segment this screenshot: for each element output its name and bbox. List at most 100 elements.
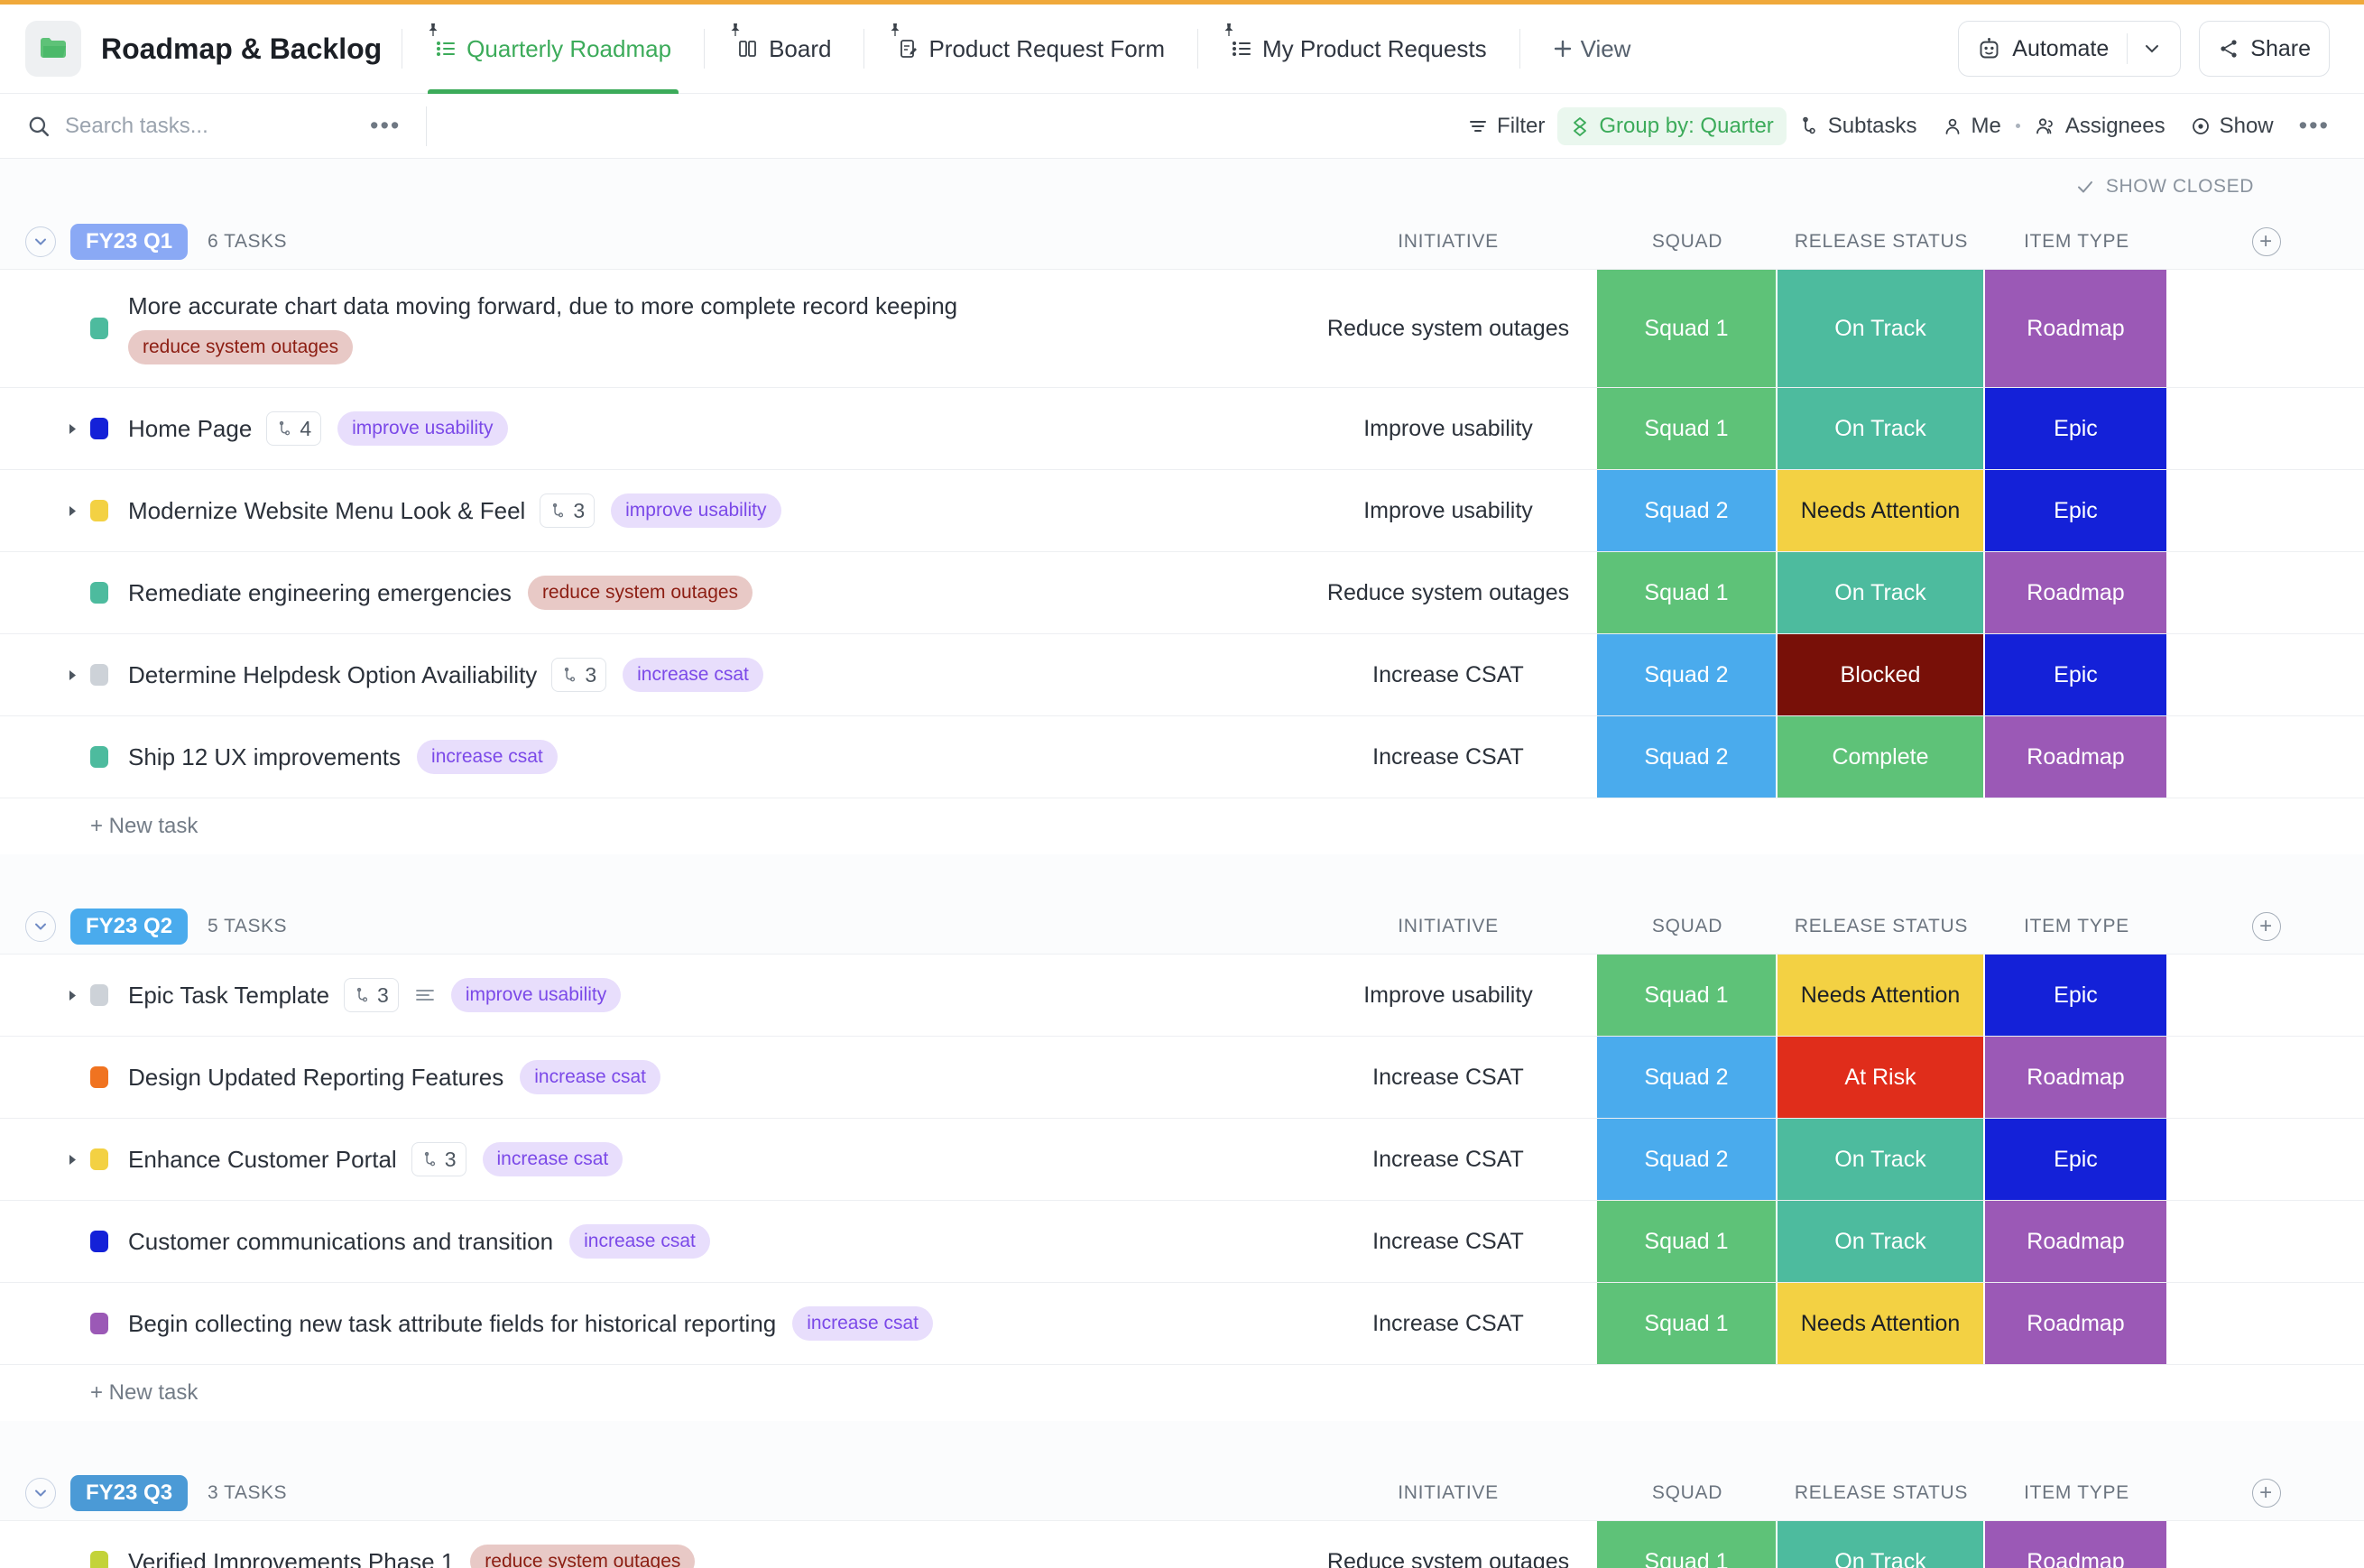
- show-closed-toggle[interactable]: SHOW CLOSED: [2075, 176, 2254, 198]
- cell-item-type[interactable]: Roadmap: [1985, 1521, 2168, 1568]
- task-status-dot[interactable]: [90, 1551, 108, 1568]
- new-task-row[interactable]: + New task: [0, 798, 2364, 854]
- cell-item-type[interactable]: Epic: [1985, 388, 2168, 469]
- cell-item-type[interactable]: Epic: [1985, 1119, 2168, 1200]
- tab-my-product-requests[interactable]: My Product Requests: [1218, 5, 1500, 94]
- quarter-badge[interactable]: FY23 Q1: [70, 224, 189, 260]
- cell-squad[interactable]: Squad 1: [1597, 388, 1778, 469]
- cell-item-type[interactable]: Roadmap: [1985, 1283, 2168, 1364]
- column-header-item-type[interactable]: ITEM TYPE: [1985, 916, 2168, 937]
- column-header-item-type[interactable]: ITEM TYPE: [1985, 1482, 2168, 1504]
- cell-initiative[interactable]: Reduce system outages: [1299, 1521, 1597, 1568]
- cell-item-type[interactable]: Epic: [1985, 955, 2168, 1036]
- task-status-dot[interactable]: [90, 318, 108, 339]
- tab-quarterly-roadmap[interactable]: Quarterly Roadmap: [422, 5, 684, 94]
- cell-item-type[interactable]: Epic: [1985, 470, 2168, 551]
- table-row[interactable]: Modernize Website Menu Look & Feel 3 impro…: [0, 469, 2364, 551]
- add-view-button[interactable]: View: [1540, 35, 1644, 63]
- cell-initiative[interactable]: Increase CSAT: [1299, 716, 1597, 798]
- search-container[interactable]: [27, 113, 370, 139]
- task-tag[interactable]: improve usability: [450, 978, 622, 1012]
- task-name[interactable]: Begin collecting new task attribute fiel…: [128, 1310, 776, 1338]
- task-status-dot[interactable]: [90, 418, 108, 439]
- task-status-dot[interactable]: [90, 582, 108, 604]
- cell-release-status[interactable]: On Track: [1778, 1119, 1985, 1200]
- column-header-squad[interactable]: SQUAD: [1597, 231, 1778, 253]
- task-status-dot[interactable]: [90, 1148, 108, 1170]
- cell-initiative[interactable]: Reduce system outages: [1299, 552, 1597, 633]
- task-tag[interactable]: improve usability: [337, 411, 508, 446]
- table-row[interactable]: Ship 12 UX improvements increase csat Incr…: [0, 715, 2364, 798]
- cell-release-status[interactable]: On Track: [1778, 1201, 1985, 1282]
- cell-release-status[interactable]: On Track: [1778, 552, 1985, 633]
- me-button[interactable]: Me: [1930, 107, 2014, 145]
- cell-release-status[interactable]: At Risk: [1778, 1037, 1985, 1118]
- cell-squad[interactable]: Squad 2: [1597, 634, 1778, 715]
- quarter-badge[interactable]: FY23 Q3: [70, 1475, 189, 1511]
- expand-subtasks-toggle[interactable]: [67, 504, 90, 518]
- cell-release-status[interactable]: Blocked: [1778, 634, 1985, 715]
- column-header-release-status[interactable]: RELEASE STATUS: [1778, 916, 1985, 937]
- cell-initiative[interactable]: Improve usability: [1299, 470, 1597, 551]
- cell-initiative[interactable]: Increase CSAT: [1299, 1037, 1597, 1118]
- cell-release-status[interactable]: Needs Attention: [1778, 955, 1985, 1036]
- add-column-icon[interactable]: +: [2251, 227, 2281, 256]
- subtask-count-chip[interactable]: 4: [266, 411, 322, 446]
- expand-subtasks-toggle[interactable]: [67, 669, 90, 682]
- task-name[interactable]: More accurate chart data moving forward,…: [128, 292, 957, 320]
- task-tag[interactable]: increase csat: [623, 658, 763, 692]
- cell-release-status[interactable]: Complete: [1778, 716, 1985, 798]
- task-tag[interactable]: increase csat: [417, 740, 558, 774]
- subtask-count-chip[interactable]: 3: [540, 493, 596, 528]
- task-name[interactable]: Ship 12 UX improvements: [128, 743, 401, 771]
- task-name[interactable]: Remediate engineering emergencies: [128, 579, 512, 607]
- cell-release-status[interactable]: On Track: [1778, 1521, 1985, 1568]
- cell-squad[interactable]: Squad 2: [1597, 470, 1778, 551]
- cell-squad[interactable]: Squad 1: [1597, 1521, 1778, 1568]
- table-row[interactable]: Home Page 4 improve usability Improve usabi…: [0, 387, 2364, 469]
- table-row[interactable]: Customer communications and transition in…: [0, 1200, 2364, 1282]
- column-header-squad[interactable]: SQUAD: [1597, 1482, 1778, 1504]
- toolbar-more-button[interactable]: •••: [2299, 112, 2330, 140]
- cell-squad[interactable]: Squad 2: [1597, 716, 1778, 798]
- cell-squad[interactable]: Squad 1: [1597, 1283, 1778, 1364]
- column-header-initiative[interactable]: INITIATIVE: [1299, 1482, 1597, 1504]
- expand-subtasks-toggle[interactable]: [67, 1153, 90, 1167]
- search-more-button[interactable]: •••: [370, 112, 401, 140]
- table-row[interactable]: Determine Helpdesk Option Availiability 3…: [0, 633, 2364, 715]
- group-collapse-toggle[interactable]: [25, 911, 56, 942]
- column-header-release-status[interactable]: RELEASE STATUS: [1778, 1482, 1985, 1504]
- task-status-dot[interactable]: [90, 664, 108, 686]
- new-task-row[interactable]: + New task: [0, 1364, 2364, 1421]
- group-collapse-toggle[interactable]: [25, 1478, 56, 1508]
- task-status-dot[interactable]: [90, 500, 108, 521]
- tab-product-request-form[interactable]: Product Request Form: [884, 5, 1177, 94]
- task-name[interactable]: Verified Improvements Phase 1: [128, 1548, 454, 1568]
- table-row[interactable]: Verified Improvements Phase 1 reduce syst…: [0, 1520, 2364, 1568]
- cell-item-type[interactable]: Roadmap: [1985, 270, 2168, 387]
- cell-initiative[interactable]: Improve usability: [1299, 388, 1597, 469]
- cell-item-type[interactable]: Roadmap: [1985, 1037, 2168, 1118]
- task-status-dot[interactable]: [90, 984, 108, 1006]
- task-name[interactable]: Modernize Website Menu Look & Feel: [128, 497, 525, 525]
- cell-initiative[interactable]: Reduce system outages: [1299, 270, 1597, 387]
- column-header-item-type[interactable]: ITEM TYPE: [1985, 231, 2168, 253]
- new-task-button[interactable]: + New task: [0, 1365, 1299, 1421]
- table-row[interactable]: Design Updated Reporting Features increas…: [0, 1036, 2364, 1118]
- cell-squad[interactable]: Squad 2: [1597, 1037, 1778, 1118]
- cell-initiative[interactable]: Increase CSAT: [1299, 1201, 1597, 1282]
- cell-release-status[interactable]: On Track: [1778, 388, 1985, 469]
- task-name[interactable]: Home Page: [128, 415, 252, 443]
- subtask-count-chip[interactable]: 3: [411, 1142, 466, 1176]
- task-status-dot[interactable]: [90, 1066, 108, 1088]
- cell-initiative[interactable]: Increase CSAT: [1299, 1119, 1597, 1200]
- cell-release-status[interactable]: On Track: [1778, 270, 1985, 387]
- cell-squad[interactable]: Squad 1: [1597, 955, 1778, 1036]
- tab-board[interactable]: Board: [725, 5, 844, 94]
- task-name[interactable]: Customer communications and transition: [128, 1228, 553, 1256]
- task-tag[interactable]: increase csat: [520, 1060, 660, 1094]
- task-tag[interactable]: increase csat: [482, 1142, 623, 1176]
- cell-item-type[interactable]: Epic: [1985, 634, 2168, 715]
- task-tag[interactable]: reduce system outages: [527, 576, 753, 610]
- task-tag[interactable]: increase csat: [569, 1224, 710, 1259]
